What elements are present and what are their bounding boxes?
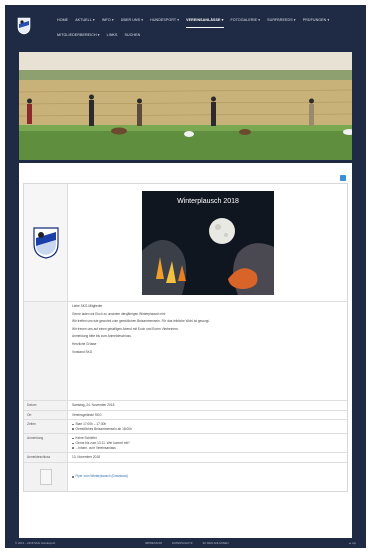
nav-item[interactable]: LINKS: [107, 28, 118, 42]
event-logo-cell: [24, 184, 68, 301]
deadline-value: 13. November 2018: [72, 455, 100, 460]
nav-item[interactable]: AKTUELL ▾: [75, 13, 95, 28]
times-list: Start 17:00h – 17:30h Gemütliches Beisamm…: [68, 420, 347, 433]
description-paragraph: Wir freuen uns auf einen geselligen Aben…: [72, 326, 179, 331]
footer-link[interactable]: IMPRESSUM: [145, 541, 162, 545]
site-header: HOME AKTUELL ▾ INFO ▾ ÜBER UNS ▾ HUNDESPORT …: [5, 5, 366, 49]
description-paragraph: Vorstand SKG: [72, 349, 93, 354]
registration-item: ...Inform. zum Vereinsanlass: [72, 446, 343, 451]
attachment-cell: Flyer zum Winterplausch (Download): [68, 463, 347, 491]
deadline-label: Anmeldeschluss: [24, 453, 68, 462]
footer-link[interactable]: ZU DEN ANLÄSSEN: [203, 541, 229, 545]
nav-item[interactable]: MITGLIEDERBEREICH ▾: [57, 28, 100, 42]
nav-item[interactable]: HOME: [57, 13, 68, 28]
times-row: Zeiten Start 17:00h – 17:30h Gemütliches …: [24, 420, 347, 435]
bullet-icon: [72, 442, 74, 445]
attachment-thumb-cell: [24, 462, 68, 491]
footer-links: IMPRESSUM DATENSCHUTZ ZU DEN ANLÄSSEN: [145, 541, 229, 545]
location-row: Ort Vereinsgelände SKG: [24, 410, 347, 421]
attachment-row: Flyer zum Winterplausch (Download): [24, 462, 347, 491]
nav-item[interactable]: FOTOGALERIE ▾: [231, 13, 261, 28]
hero-banner: [19, 52, 352, 160]
description-paragraph: Wir treffen uns wie gewohnt zum gemütlic…: [72, 319, 210, 324]
registration-row: Anmeldung Keine Schleifer Gerne bis zum 1…: [24, 434, 347, 454]
location-value: Vereinsgelände SKG: [72, 412, 102, 417]
club-crest-icon: [32, 226, 59, 259]
event-image-cell: Winterplausch 2018: [68, 184, 347, 301]
description-label: [24, 302, 68, 400]
date-label: Datum: [24, 401, 68, 410]
nav-item[interactable]: VEREINSANLÄSSE ▾: [186, 13, 224, 28]
nav-item[interactable]: ÜBER UNS ▾: [121, 13, 143, 28]
event-description: Liebe SKG-Mitglieder Gerne laden wir Euch…: [68, 302, 347, 400]
location-label: Ort: [24, 410, 68, 420]
site-footer: © 2013 – 2018 SKG Hundesport IMPRESSUM DA…: [5, 538, 366, 548]
bullet-icon: [72, 423, 74, 426]
times-item: Gemütliches Beisammensein ab 18:00h: [72, 427, 343, 432]
document-thumbnail[interactable]: [39, 468, 52, 485]
club-logo-icon[interactable]: [17, 17, 31, 35]
page-frame: HOME AKTUELL ▾ INFO ▾ ÜBER UNS ▾ HUNDESPORT …: [5, 5, 366, 548]
footer-link[interactable]: DATENSCHUTZ: [172, 541, 193, 545]
event-details-table: Winterplausch 2018 Liebe SKG-Mitglieder G…: [23, 183, 348, 492]
nav-item[interactable]: SUCHEN: [125, 28, 141, 42]
bullet-icon: [72, 437, 74, 440]
description-paragraph: Gerne laden wir Euch zu unserem diesjähr…: [72, 311, 166, 316]
deadline-row: Anmeldeschluss 13. November 2018: [24, 453, 347, 463]
event-poster-title: Winterplausch 2018: [177, 198, 239, 205]
registration-list: Keine Schleifer Gerne bis zum 13.11. Wer …: [68, 434, 347, 452]
description-paragraph: Anmeldung bitte bis zum Anmeldeschluss.: [72, 334, 132, 339]
times-label: Zeiten: [24, 420, 68, 434]
registration-label: Anmeldung: [24, 434, 68, 453]
back-to-top-link[interactable]: ▲ top: [349, 541, 356, 545]
main-navigation: HOME AKTUELL ▾ INFO ▾ ÜBER UNS ▾ HUNDESPORT …: [57, 13, 357, 42]
attachment-link-text[interactable]: Flyer zum Winterplausch (Download): [76, 474, 128, 479]
event-header-row: Winterplausch 2018: [24, 184, 347, 302]
date-value: Samstag, 24. November 2018: [72, 403, 115, 407]
event-description-row: Liebe SKG-Mitglieder Gerne laden wir Euch…: [24, 302, 347, 401]
event-card: Winterplausch 2018 Liebe SKG-Mitglieder G…: [19, 163, 352, 538]
copyright-text: © 2013 – 2018 SKG Hundesport: [15, 541, 56, 545]
event-poster: Winterplausch 2018: [141, 190, 274, 295]
nav-item[interactable]: SURFBREEDS ▾: [267, 13, 296, 28]
bullet-icon: [72, 476, 74, 478]
nav-item[interactable]: INFO ▾: [102, 13, 114, 28]
nav-item[interactable]: PRÜFUNGEN ▾: [303, 13, 330, 28]
date-row: Datum Samstag, 24. November 2018: [24, 401, 347, 411]
attachment-link[interactable]: Flyer zum Winterplausch (Download): [72, 474, 128, 479]
nav-item[interactable]: HUNDESPORT ▾: [150, 13, 179, 28]
bullet-icon: [72, 447, 74, 449]
share-icon[interactable]: [340, 175, 346, 181]
description-paragraph: Herzliche Grüsse: [72, 341, 97, 346]
banner-photo: [19, 52, 352, 160]
description-paragraph: Liebe SKG-Mitglieder: [72, 304, 103, 308]
bullet-icon: [72, 428, 74, 430]
